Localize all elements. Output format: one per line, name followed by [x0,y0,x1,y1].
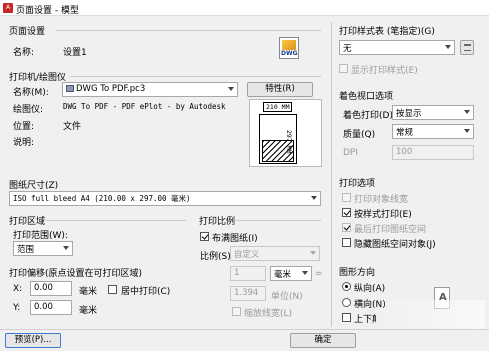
chevron-down-icon [464,129,470,133]
page-setup-group-title: 页面设置 [9,27,46,37]
x-offset-label: X: [13,284,23,294]
location-value: 文件 [63,122,82,132]
location-label: 位置: [13,122,35,132]
x-offset-unit: 毫米 [79,287,98,297]
printer-select-icon [66,85,74,92]
plot-paperspace-last-checkbox[interactable] [342,223,351,232]
plotter-label: 绘图仪: [13,105,44,115]
plot-range-label: 打印范围(W): [13,231,68,241]
scale-units-label: 单位(N) [271,292,303,302]
scale-lineweights-label: 缩放线宽(L) [244,309,293,319]
dwg-file-icon: DWG [279,37,299,59]
shade-plot-select[interactable]: 按显示 [392,105,474,120]
paper-preview: 210 MM 297 MM [249,99,322,167]
fit-to-paper-label: 布满图纸(I) [212,234,258,244]
ok-button[interactable]: 确定 [290,333,356,348]
plot-style-select[interactable]: 无 [339,40,455,55]
printer-name-label: 名称(M): [13,88,49,98]
plot-options-group-title: 打印选项 [339,179,376,189]
scale-select[interactable]: 自定义 [230,246,320,261]
list-edit-icon [463,44,471,51]
dpi-input[interactable]: 100 [392,145,474,160]
preview-button[interactable]: 预览(P)... [5,333,61,348]
paper-size-group-title: 图纸尺寸(Z) [9,181,59,191]
printer-select[interactable]: DWG To PDF.pc3 [62,82,238,97]
app-icon: A [3,3,13,13]
x-offset-input[interactable]: 0.00 [30,281,72,296]
fit-to-paper-checkbox[interactable] [200,232,209,241]
setup-name-label: 名称: [13,48,35,58]
plot-with-styles-checkbox[interactable] [342,208,351,217]
scale-numerator-input[interactable]: 1 [230,266,266,281]
chevron-down-icon [302,271,308,275]
quality-label: 质量(Q) [343,130,376,140]
plot-offset-group-title: 打印偏移(原点设置在可打印区域) [9,269,143,279]
plot-scale-group-title: 打印比例 [199,217,236,227]
plot-style-group-title: 打印样式表 (笔指定)(G) [339,27,435,37]
watermark-overlay [375,300,485,330]
plotter-value: DWG To PDF - PDF ePlot - by Autodesk [63,102,226,111]
portrait-radio[interactable] [342,282,351,291]
preview-height-label: 297 MM [285,130,293,154]
chevron-down-icon [464,110,470,114]
paper-size-select[interactable]: ISO full bleed A4 (210.00 x 297.00 毫米) [9,191,321,206]
shaded-viewport-group-title: 着色视口选项 [339,92,394,102]
plot-area-group-title: 打印区域 [9,217,46,227]
printer-group-title: 打印机/绘图仪 [9,73,67,83]
landscape-radio[interactable] [342,298,351,307]
window-title: 页面设置 - 模型 [16,6,79,16]
setup-name-value: 设置1 [63,48,87,58]
edit-plot-style-button[interactable] [460,40,474,55]
chevron-down-icon [63,246,69,250]
plot-paperspace-last-label: 最后打印图纸空间 [354,225,427,235]
description-label: 说明: [13,138,35,148]
chevron-down-icon [311,196,317,200]
y-offset-unit: 毫米 [79,306,98,316]
dpi-label: DPI [343,148,359,158]
scale-label: 比例(S): [200,252,234,262]
show-plot-styles-label: 显示打印样式(E) [351,66,418,76]
quality-select[interactable]: 常规 [392,124,474,139]
plot-with-styles-label: 按样式打印(E) [354,210,412,220]
center-plot-label: 居中打印(C) [121,287,171,297]
scale-equals: = [315,269,323,279]
show-plot-styles-checkbox[interactable] [339,64,348,73]
title-bar: A 页面设置 - 模型 [0,0,489,16]
y-offset-input[interactable]: 0.00 [30,300,72,315]
shade-plot-label: 着色打印(D) [343,111,393,121]
chevron-down-icon [310,251,316,255]
plot-lineweights-label: 打印对象线宽 [354,195,409,205]
upside-down-checkbox[interactable] [342,313,351,322]
plot-lineweights-checkbox[interactable] [342,193,351,202]
printer-properties-button[interactable]: 特性(R) [247,82,313,97]
plot-range-select[interactable]: 范围 [13,241,73,256]
y-offset-label: Y: [13,303,21,313]
portrait-label: 纵向(A) [354,284,386,294]
chevron-down-icon [445,45,451,49]
preview-width-label: 210 MM [263,102,293,112]
scale-unit-select[interactable]: 毫米 [270,266,312,281]
hide-paperspace-objects-label: 隐藏图纸空间对象(J) [354,240,436,250]
center-plot-checkbox[interactable] [108,285,117,294]
scale-lineweights-checkbox[interactable] [232,307,241,316]
upside-down-label: 上下颠倒打印(-) [354,315,376,325]
hide-paperspace-objects-checkbox[interactable] [342,238,351,247]
chevron-down-icon [228,87,234,91]
scale-denominator-input[interactable]: 1.394 [230,286,266,301]
orientation-group-title: 图形方向 [339,268,376,278]
